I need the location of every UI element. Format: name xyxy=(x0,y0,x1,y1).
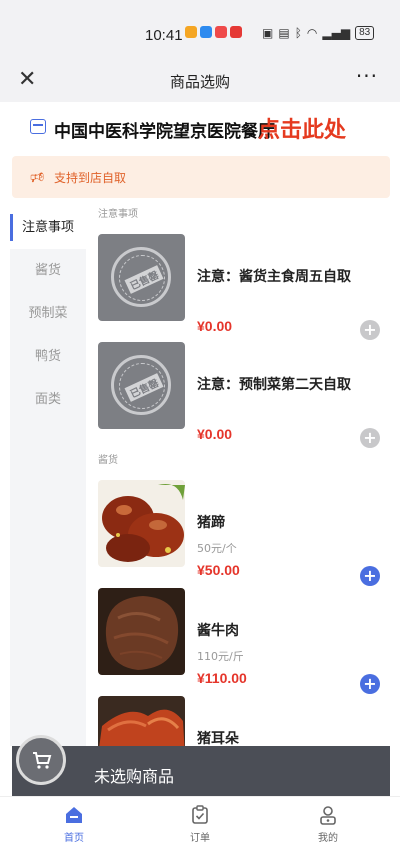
product-name: 注意：预制菜第二天自取 xyxy=(197,377,351,393)
user-icon xyxy=(320,806,336,825)
bluetooth-icon: ᛒ xyxy=(294,26,302,40)
store-selector[interactable]: 中国中医科学院望京医院餐厅 点击此处 xyxy=(0,102,400,150)
system-status-icons: ▣ ▤ ᛒ ◠ ▂▄▆ 83 xyxy=(262,26,375,40)
product-item[interactable]: 已售罄 注意：预制菜第二天自取 ¥0.00 + xyxy=(86,336,400,448)
nfc-icon: ▣ xyxy=(262,26,274,40)
product-name: 注意：酱货主食周五自取 xyxy=(197,269,351,285)
page-title: 商品选购 xyxy=(169,73,230,91)
product-price: ¥0.00 xyxy=(197,318,233,334)
notification-app-icon xyxy=(215,26,227,38)
notice-text: 支持到店自取 xyxy=(54,171,127,185)
sold-out-label: 已售罄 xyxy=(124,373,164,402)
shopping-cart-icon xyxy=(33,752,52,769)
notification-app-icon xyxy=(200,26,212,38)
tab-profile[interactable]: 我的 xyxy=(298,805,358,844)
notification-app-icon xyxy=(230,26,242,38)
product-name: 猪耳朵 xyxy=(197,731,239,746)
pickup-notice: 🕫 支持到店自取 xyxy=(12,156,390,198)
bottom-tab-bar: 首页 订单 我的 xyxy=(0,796,400,856)
section-title: 酱货 xyxy=(98,455,118,466)
product-item[interactable]: 猪蹄 50元/个 ¥50.00 + xyxy=(86,474,400,586)
category-sidebar: 注意事项 酱货 预制菜 鸭货 面类 xyxy=(10,206,86,746)
signal-icon: ▂▄▆ xyxy=(322,26,351,40)
cart-bar[interactable] xyxy=(12,746,390,796)
pig-ear-image xyxy=(98,696,185,746)
category-item[interactable]: 鸭货 xyxy=(10,335,86,378)
tab-orders[interactable]: 订单 xyxy=(170,805,230,844)
product-spec: 110元/斤 xyxy=(197,650,244,663)
section-title: 注意事项 xyxy=(98,209,138,220)
product-price: ¥110.00 xyxy=(197,670,247,686)
product-list: 注意事项 已售罄 注意：酱货主食周五自取 ¥0.00 + 已售罄 注意：预制菜第… xyxy=(86,206,400,746)
product-item[interactable]: 已售罄 注意：酱货主食周五自取 ¥0.00 + xyxy=(86,228,400,340)
battery-icon: 83 xyxy=(355,26,375,40)
product-name: 酱牛肉 xyxy=(197,623,239,639)
product-spec: 50元/个 xyxy=(197,542,237,555)
order-icon xyxy=(192,805,208,824)
product-item[interactable]: 酱牛肉 110元/斤 ¥110.00 + xyxy=(86,582,400,694)
sold-out-stamp: 已售罄 xyxy=(111,355,171,415)
more-icon[interactable]: ··· xyxy=(356,64,378,88)
sold-out-label: 已售罄 xyxy=(124,265,164,294)
braised-beef-image xyxy=(98,588,185,675)
home-icon xyxy=(66,807,82,823)
category-item[interactable]: 面类 xyxy=(10,378,86,421)
vibrate-icon: ▤ xyxy=(278,26,290,40)
nav-bar: ✕ 商品选购 ··· xyxy=(0,60,400,102)
pig-trotter-image xyxy=(98,480,185,567)
product-name: 猪蹄 xyxy=(197,515,225,531)
tab-label: 首页 xyxy=(64,833,84,844)
store-tap-hint: 点击此处 xyxy=(258,118,347,143)
speaker-icon: 🕫 xyxy=(30,168,45,186)
tab-home[interactable]: 首页 xyxy=(44,805,104,844)
category-item[interactable]: 注意事项 xyxy=(10,206,86,249)
product-price: ¥0.00 xyxy=(197,426,233,442)
sold-out-image: 已售罄 xyxy=(98,342,185,429)
cart-status-text: 未选购商品 xyxy=(94,767,175,786)
status-time: 10:41 xyxy=(145,27,183,44)
status-app-icons xyxy=(185,26,242,38)
product-item[interactable]: 猪耳朵 xyxy=(86,690,400,746)
notification-app-icon xyxy=(185,26,197,38)
tab-label: 我的 xyxy=(318,833,338,844)
product-price: ¥50.00 xyxy=(197,562,240,578)
status-bar: 10:41 ▣ ▤ ᛒ ◠ ▂▄▆ 83 xyxy=(0,0,400,60)
calendar-icon xyxy=(30,119,46,134)
tab-label: 订单 xyxy=(190,833,210,844)
category-item[interactable]: 酱货 xyxy=(10,249,86,292)
cart-button[interactable] xyxy=(16,735,66,785)
sold-out-image: 已售罄 xyxy=(98,234,185,321)
sold-out-stamp: 已售罄 xyxy=(111,247,171,307)
wifi-icon: ◠ xyxy=(306,26,318,40)
add-to-cart-button[interactable]: + xyxy=(360,428,380,448)
category-item[interactable]: 预制菜 xyxy=(10,292,86,335)
